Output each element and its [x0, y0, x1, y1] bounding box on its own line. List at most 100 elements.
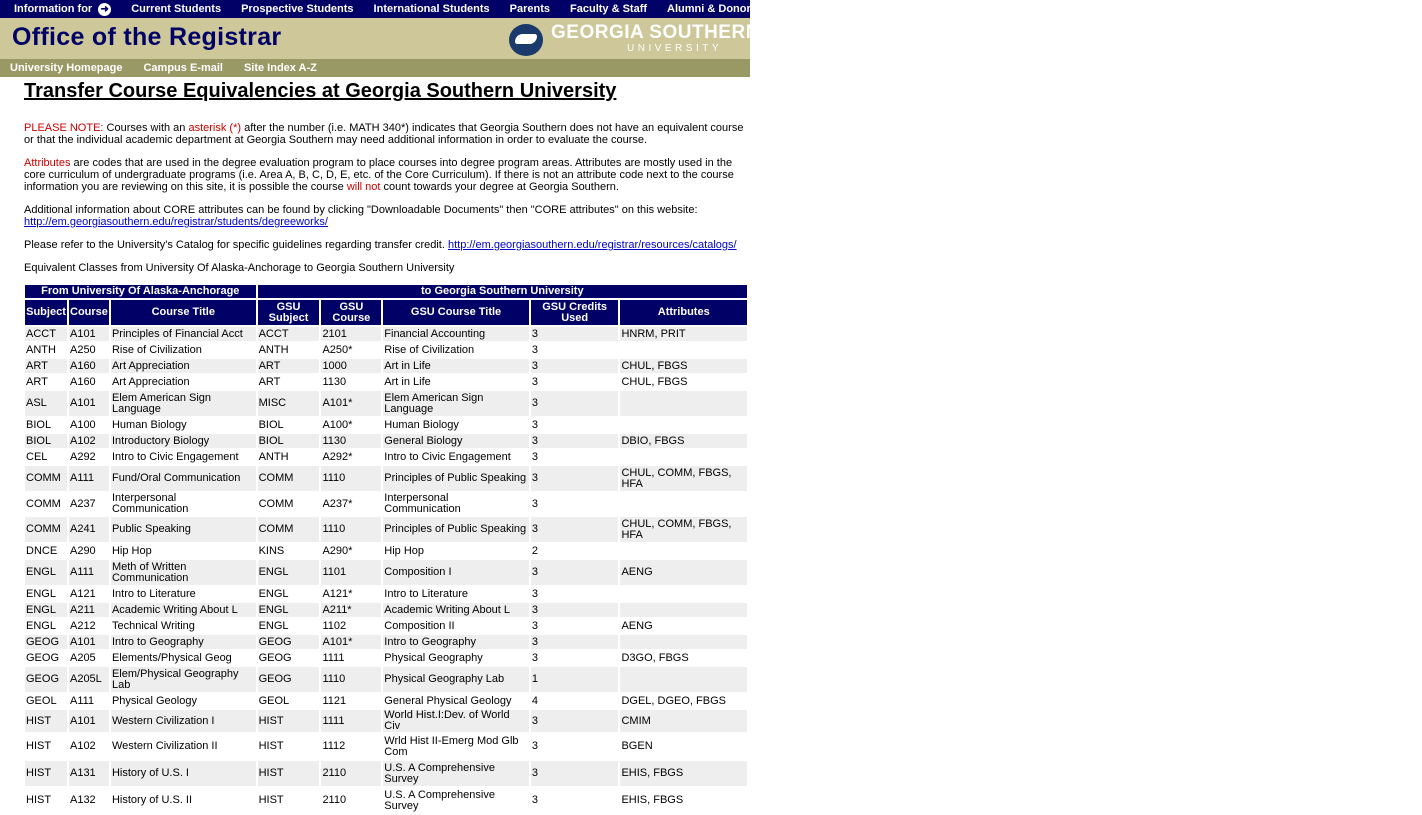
table-cell: BIOL — [258, 418, 284, 431]
table-cell: ANTH — [26, 343, 56, 356]
link-site-index[interactable]: Site Index A-Z — [244, 62, 317, 74]
table-cell: BIOL — [26, 418, 52, 431]
core-text: Additional information about CORE attrib… — [24, 204, 698, 216]
link-campus-email[interactable]: Campus E-mail — [143, 62, 222, 74]
table-cell: HIST — [25, 761, 67, 786]
table-cell: AENG — [620, 560, 747, 585]
table-cell: A101 — [68, 635, 109, 649]
table-cell: Intro to Civic Engagement — [111, 450, 239, 463]
table-cell: Hip Hop — [111, 544, 152, 557]
table-cell: A205L — [68, 667, 109, 692]
nav-prospective-students[interactable]: Prospective Students — [241, 3, 353, 15]
table-cell: ANTH — [258, 343, 289, 356]
table-cell: Elem American Sign Language — [110, 391, 256, 416]
table-cell: 2 — [531, 544, 538, 557]
link-university-homepage[interactable]: University Homepage — [10, 62, 122, 74]
table-cell: ENGL — [258, 587, 289, 600]
table-cell: A101* — [321, 635, 382, 649]
table-cell: 3 — [531, 418, 538, 431]
table-cell: HIST — [26, 740, 52, 752]
table-row: GEOL A111 Physical Geology GEOL 1121 General … — [25, 694, 747, 708]
table-cell: 3 — [531, 794, 538, 806]
table-cell: 2110 — [322, 794, 347, 806]
table-cell: 3 — [530, 560, 619, 585]
table-cell: CHUL, COMM, FBGS, HFA — [620, 466, 747, 491]
table-cell: 3 — [530, 635, 619, 649]
table-cell: 3 — [531, 740, 538, 752]
table-cell: A121* — [322, 587, 353, 600]
table-cell: GEOG — [26, 651, 60, 664]
table-cell: Human Biology — [111, 418, 187, 431]
table-cell: 3 — [530, 391, 619, 416]
nav-alumni-donors[interactable]: Alumni & Donors — [667, 3, 757, 15]
table-cell: 2101 — [321, 327, 382, 341]
table-cell — [620, 667, 747, 692]
table-cell: Principles of Public Speaking — [383, 517, 529, 542]
table-cell: COMM — [25, 517, 67, 542]
table-cell: A101 — [68, 710, 109, 732]
table-cell: 3 — [531, 587, 538, 600]
table-cell: GEOG — [25, 667, 67, 692]
table-cell: U.S. A Comprehensive Survey — [383, 761, 529, 786]
table-cell: ART — [26, 375, 48, 388]
table-cell — [620, 391, 747, 416]
column-header: Subject — [25, 300, 67, 325]
table-cell: HIST — [25, 710, 67, 732]
degreeworks-link[interactable]: http://em.georgiasouthern.edu/registrar/… — [24, 216, 328, 228]
table-cell: Intro to Civic Engagement — [384, 450, 511, 463]
table-cell: Interpersonal Communication — [384, 492, 461, 515]
table-cell: 1110 — [321, 466, 382, 491]
table-cell: ART — [258, 375, 281, 388]
table-cell: GEOG — [258, 651, 292, 664]
information-for-menu[interactable]: Information for ➜ — [14, 2, 112, 16]
table-cell: Interpersonal Communication — [111, 492, 189, 515]
table-cell: Intro to Literature — [384, 587, 469, 600]
table-row: DNCE A290 Hip Hop KINS A290* Hip Hop 2 — [25, 544, 747, 558]
table-cell: COMM — [26, 497, 61, 510]
table-row: COMM A241 Public Speaking COMM 1110 Principle… — [25, 517, 747, 542]
table-row: CEL A292 Intro to Civic Engagement ANTH A292… — [25, 450, 747, 464]
arrow-right-icon: ➜ — [98, 2, 112, 16]
table-cell: ENGL — [25, 560, 67, 585]
table-cell: Elem/Physical Geography Lab — [110, 667, 256, 692]
catalogs-link[interactable]: http://em.georgiasouthern.edu/registrar/… — [448, 239, 737, 251]
table-cell: DNCE — [26, 544, 58, 557]
nav-current-students[interactable]: Current Students — [131, 3, 221, 15]
table-cell: A102 — [69, 740, 96, 752]
table-cell: 4 — [531, 694, 538, 707]
table-cell: A101 — [68, 391, 109, 416]
information-for-label: Information for — [14, 3, 93, 15]
table-row: COMM A111 Fund/Oral Communication COMM 1110 P… — [25, 466, 747, 491]
attributes-text-2: count towards your degree at Georgia Sou… — [380, 181, 619, 193]
nav-international-students[interactable]: International Students — [374, 3, 490, 15]
table-cell: World Hist.I:Dev. of World Civ — [383, 710, 529, 732]
table-cell: ENGL — [25, 603, 67, 617]
table-cell: General Physical Geology — [384, 694, 512, 707]
table-cell: HIST — [257, 761, 320, 786]
table-row: GEOG A205L Elem/Physical Geography Lab GEOG… — [25, 667, 747, 692]
table-cell: EHIS, FBGS — [620, 761, 747, 786]
nav-faculty-staff[interactable]: Faculty & Staff — [570, 3, 647, 15]
table-cell: 3 — [530, 603, 619, 617]
table-cell: 3 — [531, 651, 538, 664]
table-cell: 3 — [531, 343, 538, 356]
table-cell: 1101 — [321, 560, 382, 585]
nav-parents[interactable]: Parents — [510, 3, 550, 15]
equivalent-classes-caption: Equivalent Classes from University Of Al… — [24, 262, 455, 274]
table-cell: KINS — [258, 544, 285, 557]
table-cell: COMM — [25, 466, 67, 491]
table-cell: GEOG — [257, 635, 320, 649]
catalog-paragraph: Please refer to the University's Catalog… — [24, 239, 748, 251]
note-text-1: Courses with an — [103, 122, 189, 134]
table-cell: D3GO, FBGS — [621, 651, 689, 664]
table-cell: 1000 — [321, 359, 382, 373]
table-cell: Rise of Civilization — [111, 343, 202, 356]
column-header: GSU Course Title — [383, 300, 529, 325]
table-cell: Intro to Geography — [383, 635, 529, 649]
table-cell: History of U.S. I — [110, 761, 256, 786]
georgia-southern-logo[interactable]: GEORGIA SOUTHERN UNIVERSITY — [509, 22, 759, 56]
table-cell: Physical Geography Lab — [383, 667, 529, 692]
table-cell: ENGL — [26, 587, 56, 600]
table-cell: ART — [257, 359, 320, 373]
column-header: GSU Course — [321, 300, 382, 325]
